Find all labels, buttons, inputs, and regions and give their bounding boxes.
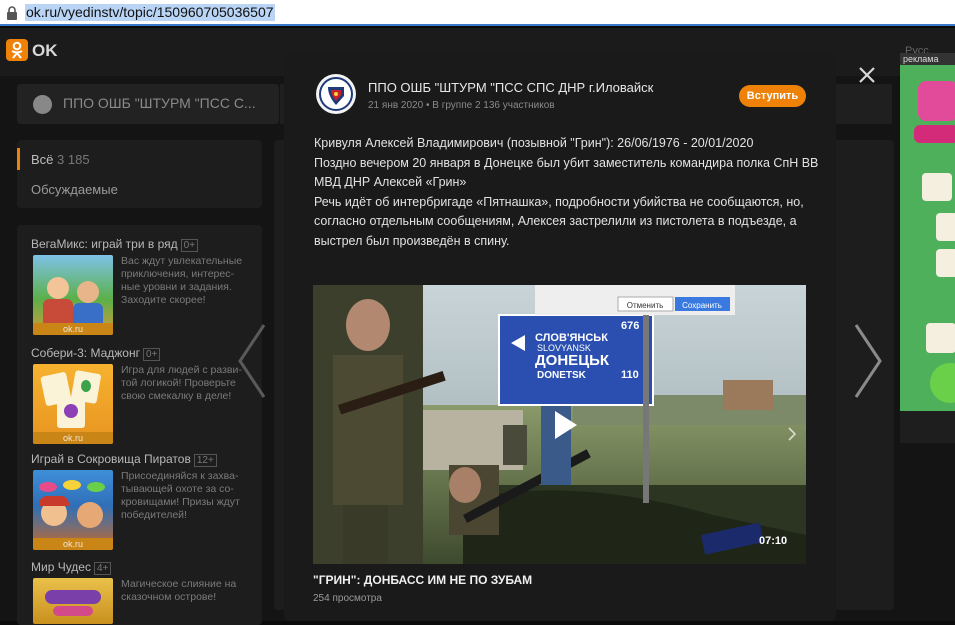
sign-number: 110 (621, 369, 639, 381)
join-button[interactable]: Вступить (739, 85, 806, 107)
game-description: Магическое слияние на сказочном острове! (121, 578, 237, 603)
post-group-info: В группе 2 136 участников (432, 100, 555, 111)
tab-all[interactable]: Всё 3 185 (31, 152, 90, 167)
sign-line: DONETSK (537, 370, 587, 381)
group-avatar[interactable] (33, 95, 52, 114)
age-badge: 0+ (142, 348, 161, 361)
ok-page: OK Русс ППО ОШБ "ШТУРМ "ПСС С... Всё 3 1… (0, 28, 955, 625)
post-meta: 21 янв 2020 • В группе 2 136 участников (368, 100, 555, 111)
game-card[interactable]: Собери-3: Маджонг 0+ ok.ru Игра для людей… (31, 346, 256, 444)
game-source: ok.ru (33, 323, 113, 335)
group-header-card: ППО ОШБ "ШТУРМ "ПСС С... (17, 84, 279, 124)
ad-tile (922, 173, 952, 201)
active-tab-indicator (17, 148, 20, 170)
video-title[interactable]: "ГРИН": ДОНБАСС ИМ НЕ ПО ЗУБАМ (313, 573, 532, 587)
ad-label: реклама (900, 53, 955, 65)
game-description: Присоединяйся к захва-тывающей охоте за … (121, 470, 240, 521)
sign-number: 676 (621, 320, 639, 332)
age-badge: 0+ (180, 239, 199, 252)
dialog-cancel-label: Отменить (627, 301, 664, 310)
video-duration: 07:10 (759, 535, 788, 547)
post-text-line: Поздно вечером 20 января в Донецке был у… (314, 155, 819, 190)
ok-brand-text[interactable]: OK (32, 41, 58, 61)
post-group-name[interactable]: ППО ОШБ "ШТУРМ "ПСС СПС ДНР г.Иловайск (368, 80, 653, 95)
game-source: ok.ru (33, 432, 113, 444)
tab-discussed[interactable]: Обсуждаемые (31, 182, 118, 197)
dialog-save-label: Сохранить (682, 301, 722, 310)
sign-line: ДОНЕЦЬК (535, 352, 610, 369)
play-icon[interactable] (543, 405, 583, 445)
game-title[interactable]: Мир Чудес (31, 560, 91, 574)
games-sidebar: ВегаМикс: играй три в ряд 0+ ok.ru Вас жд… (17, 225, 262, 625)
ad-graphic (918, 81, 955, 121)
game-description: Вас ждут увлекательные приключения, инте… (121, 255, 243, 306)
next-arrow-icon[interactable] (852, 323, 884, 404)
game-description: Игра для людей с разви-той логикой! Пров… (121, 364, 242, 402)
post-text-line: Речь идёт об интербригаде «Пятнашка», по… (314, 194, 804, 248)
game-thumbnail[interactable]: ok.ru (33, 364, 113, 444)
game-card[interactable]: Мир Чудес 4+ Магическое слияние на сказоч… (31, 560, 256, 624)
post-text-line: Кривуля Алексей Владимирович (позывной "… (314, 136, 754, 150)
game-card[interactable]: ВегаМикс: играй три в ряд 0+ ok.ru Вас жд… (31, 237, 256, 335)
ad-footer (900, 411, 955, 443)
age-badge: 12+ (193, 454, 217, 467)
ad-button-graphic (930, 363, 955, 403)
video-player[interactable]: Отменить Сохранить 676 СЛОВ'ЯНСЬК SLOVYA… (313, 285, 806, 564)
ad-banner[interactable]: реклама (900, 53, 955, 411)
game-title[interactable]: Собери-3: Маджонг (31, 346, 140, 360)
post-text: Кривуля Алексей Владимирович (позывной "… (314, 134, 819, 252)
game-thumbnail[interactable] (33, 578, 113, 624)
ad-graphic (914, 125, 955, 143)
group-avatar[interactable] (316, 74, 356, 114)
browser-address-bar[interactable]: ok.ru/vyedinstv/topic/150960705036507 (0, 0, 955, 26)
url-text[interactable]: ok.ru/vyedinstv/topic/150960705036507 (25, 4, 275, 21)
age-badge: 4+ (93, 562, 112, 575)
game-title[interactable]: ВегаМикс: играй три в ряд (31, 237, 178, 251)
video-views: 254 просмотра (313, 593, 382, 604)
topic-filter-tabs: Всё 3 185 Обсуждаемые (17, 140, 262, 208)
group-title[interactable]: ППО ОШБ "ШТУРМ "ПСС С... (63, 95, 256, 111)
game-thumbnail[interactable]: ok.ru (33, 255, 113, 335)
game-card[interactable]: Играй в Сокровища Пиратов 12+ ok.ru Присо… (31, 452, 256, 550)
ok-logo-icon[interactable] (6, 39, 28, 61)
game-thumbnail[interactable]: ok.ru (33, 470, 113, 550)
ad-tile (936, 249, 955, 277)
prev-arrow-icon[interactable] (236, 323, 268, 404)
ad-tile (936, 213, 955, 241)
close-icon[interactable] (858, 66, 876, 84)
game-title[interactable]: Играй в Сокровища Пиратов (31, 452, 191, 466)
lock-icon (6, 6, 18, 20)
post-date: 21 янв 2020 (368, 100, 424, 111)
topic-modal: ППО ОШБ "ШТУРМ "ПСС СПС ДНР г.Иловайск 2… (284, 52, 836, 621)
ad-tile (926, 323, 955, 353)
game-source: ok.ru (33, 538, 113, 550)
video-next-arrow-icon[interactable] (787, 427, 797, 446)
